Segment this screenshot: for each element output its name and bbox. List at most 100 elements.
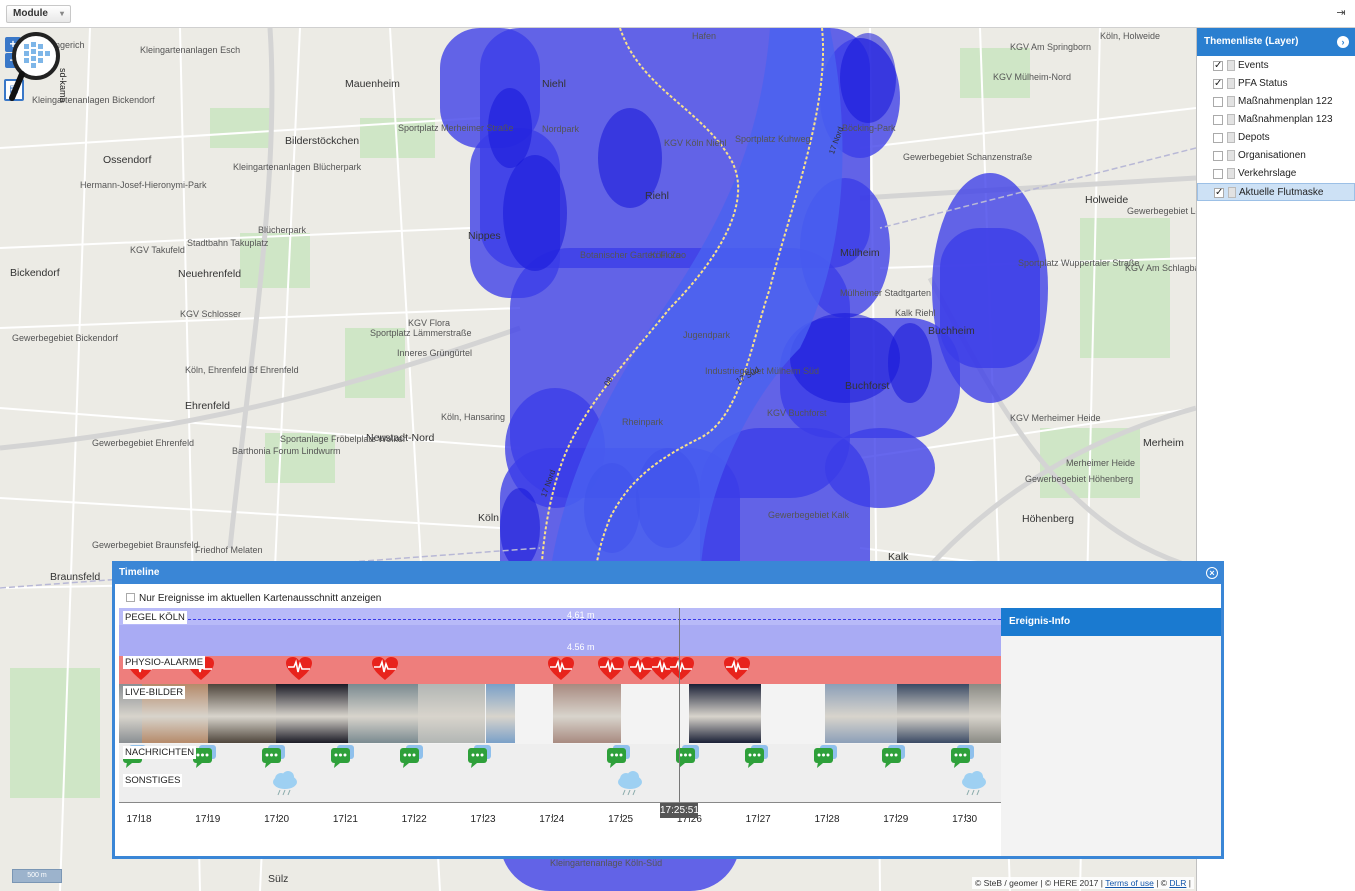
checkbox-icon[interactable] <box>1213 151 1223 161</box>
map-label: Nippes <box>468 230 501 242</box>
live-photo-thumbnail[interactable] <box>486 684 515 743</box>
rain-cloud-icon[interactable] <box>271 770 299 798</box>
map-label: KGV Takufeld <box>130 245 185 255</box>
map-attribution: © SteB / geomer | © HERE 2017 | Terms of… <box>972 877 1194 889</box>
layer-item[interactable]: Organisationen <box>1197 147 1355 165</box>
live-photo-thumbnail[interactable] <box>689 684 761 743</box>
map-label: Höhenberg <box>1022 513 1074 525</box>
live-photo-thumbnail[interactable] <box>897 684 969 743</box>
layer-label: PFA Status <box>1238 78 1288 89</box>
map-label: Mauenheim <box>345 78 400 90</box>
exit-icon[interactable]: ⇥ <box>1333 5 1349 21</box>
message-icon[interactable] <box>399 744 425 770</box>
map-label: Mülheimer Stadtgarten <box>840 288 932 298</box>
map-label: Mülheim <box>840 247 880 259</box>
message-icon[interactable] <box>261 744 287 770</box>
map-label: Köln, Ehrenfeld Bf Ehrenfeld <box>185 365 299 375</box>
map-label: KGV Am Springborn <box>1010 42 1092 52</box>
map-label: Ossendorf <box>103 154 152 166</box>
terms-link[interactable]: Terms of use <box>1105 878 1154 888</box>
layer-item[interactable]: Maßnahmenplan 123 <box>1197 111 1355 129</box>
layer-item[interactable]: ✓ Events <box>1197 57 1355 75</box>
message-icon[interactable] <box>881 744 907 770</box>
checkbox-checked-icon[interactable]: ✓ <box>1213 61 1223 71</box>
map-label: Hafen <box>692 31 717 41</box>
physio-alarm-icon[interactable] <box>597 656 625 682</box>
chevron-down-icon: ▾ <box>59 9 64 18</box>
checkbox-icon[interactable] <box>126 593 135 602</box>
live-photo-thumbnail[interactable] <box>348 684 418 743</box>
message-icon[interactable] <box>744 744 770 770</box>
axis-tick-label: 17:28 <box>814 814 840 825</box>
message-icon[interactable] <box>813 744 839 770</box>
map-label: Bilderstöckchen <box>285 135 360 147</box>
map-label: KGV Merheimer Heide <box>1010 413 1101 423</box>
map-label: Kalk Riehl <box>895 308 936 318</box>
timeline-chart[interactable]: 4.61 m 4.56 m 17:18 17:19 17:20 17:21 17:22 1… <box>119 608 1001 825</box>
dlr-link[interactable]: DLR <box>1169 878 1186 888</box>
module-dropdown[interactable]: Module ▾ <box>6 5 71 23</box>
map-label: KGV Mülheim-Nord <box>993 72 1072 82</box>
map-label: Sportplatz Lämmerstraße <box>370 328 472 338</box>
layer-item[interactable]: ✓ PFA Status <box>1197 75 1355 93</box>
time-cursor-label: 17:25:51 <box>660 803 699 818</box>
live-photo-thumbnail[interactable] <box>208 684 276 743</box>
map-label: Ehrenfeld <box>185 400 230 412</box>
close-icon[interactable]: × <box>1206 567 1218 579</box>
map-label: Gewerbegebiet Braunsfeld <box>92 540 199 550</box>
axis-tick-label: 17:27 <box>745 814 771 825</box>
map-label: KGV Buchforst <box>767 408 827 418</box>
layer-file-icon <box>1227 60 1235 71</box>
live-photo-thumbnail[interactable] <box>969 684 1001 743</box>
chevron-right-icon[interactable]: › <box>1337 36 1349 48</box>
map-label: Kleingartenanlagen Blücherpark <box>233 162 362 172</box>
message-icon[interactable] <box>606 744 632 770</box>
time-axis <box>119 802 1001 803</box>
map-label: Riehl <box>645 190 669 202</box>
filter-checkbox[interactable]: Nur Ereignisse im aktuellen Kartenaussch… <box>126 593 381 604</box>
map-label: Inneres Grüngürtel <box>397 348 473 358</box>
map-label: Köln <box>478 512 500 524</box>
physio-alarm-icon[interactable] <box>667 656 695 682</box>
map-label: Kleingartenanlage Köln-Süd <box>550 858 663 868</box>
checkbox-checked-icon[interactable]: ✓ <box>1214 188 1224 198</box>
live-photo-thumbnail[interactable] <box>418 684 485 743</box>
rain-cloud-icon[interactable] <box>616 770 644 798</box>
live-photo-thumbnail[interactable] <box>276 684 348 743</box>
layer-item[interactable]: Verkehrslage <box>1197 165 1355 183</box>
live-photo-thumbnail[interactable] <box>553 684 621 743</box>
physio-alarm-icon[interactable] <box>285 656 313 682</box>
map-label: Sportanlage Fröbelplatz Wolker <box>280 434 406 444</box>
layer-item[interactable]: ✓ Aktuelle Flutmaske <box>1197 183 1355 201</box>
axis-tick-label: 17:24 <box>539 814 565 825</box>
map-label: Buchforst <box>845 380 890 392</box>
layer-label: Maßnahmenplan 123 <box>1238 114 1333 125</box>
message-icon[interactable] <box>330 744 356 770</box>
layer-item[interactable]: Depots <box>1197 129 1355 147</box>
map-label: Köln, Hansaring <box>441 412 506 422</box>
scale-bar: 500 m <box>12 869 62 883</box>
map-label: Braunsfeld <box>50 571 101 583</box>
layer-item[interactable]: Maßnahmenplan 122 <box>1197 93 1355 111</box>
axis-tick-label: 17:19 <box>195 814 221 825</box>
map-label: Köln Zoo <box>650 250 687 260</box>
sd-kama-logo: sd-kama <box>9 32 68 103</box>
checkbox-icon[interactable] <box>1213 115 1223 125</box>
layer-file-icon <box>1227 96 1235 107</box>
live-photo-thumbnail[interactable] <box>825 684 897 743</box>
checkbox-icon[interactable] <box>1213 169 1223 179</box>
time-cursor[interactable] <box>679 608 680 808</box>
checkbox-icon[interactable] <box>1213 133 1223 143</box>
layer-list: ✓ Events ✓ PFA Status Maßnahmenplan 122 Maßna… <box>1197 56 1355 201</box>
rain-cloud-icon[interactable] <box>960 770 988 798</box>
physio-alarm-icon[interactable] <box>371 656 399 682</box>
physio-alarm-icon[interactable] <box>547 656 575 682</box>
timeline-title: Timeline <box>119 567 160 578</box>
physio-alarm-icon[interactable] <box>723 656 751 682</box>
pegel-low-label: 4.56 m <box>567 642 595 652</box>
checkbox-checked-icon[interactable]: ✓ <box>1213 79 1223 89</box>
timeline-header: Timeline × <box>115 564 1221 584</box>
checkbox-icon[interactable] <box>1213 97 1223 107</box>
message-icon[interactable] <box>950 744 976 770</box>
message-icon[interactable] <box>467 744 493 770</box>
